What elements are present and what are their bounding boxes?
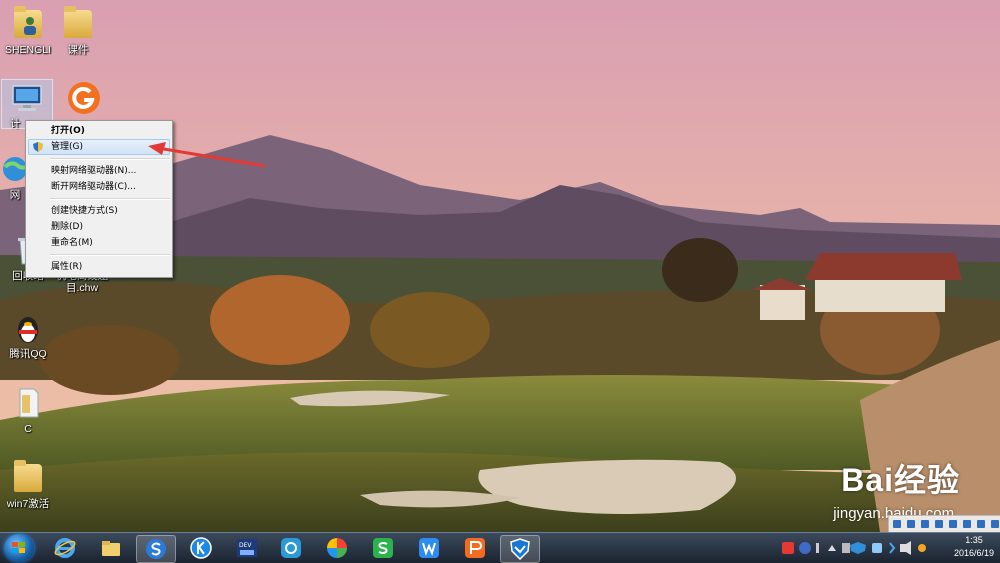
file-explorer-icon (102, 541, 120, 556)
wps-spreadsheet-icon (373, 538, 393, 558)
menu-item-label: 删除(D) (51, 222, 83, 232)
g-app-icon (66, 80, 102, 116)
taskbar-app-qqgames[interactable] (272, 535, 310, 561)
clock-date: 2016/6/19 (953, 548, 994, 558)
taskbar-app-wps-sheet[interactable] (364, 535, 402, 561)
folder-icon (60, 6, 96, 42)
menu-item-rename[interactable]: 重命名(M) (26, 235, 172, 251)
desktop-icon-label: win7激活 (6, 498, 50, 510)
wps-writer-icon (419, 538, 439, 558)
menu-item-create-shortcut[interactable]: 创建快捷方式(S) (26, 203, 172, 219)
security-shield-icon (510, 538, 530, 560)
menu-item-delete[interactable]: 删除(D) (26, 219, 172, 235)
menu-separator (50, 198, 170, 200)
k-app-icon (190, 537, 212, 559)
qq-games-icon (281, 538, 301, 558)
user-folder-icon (10, 6, 46, 42)
taskbar-app-security[interactable] (500, 535, 540, 563)
menu-item-label: 管理(G) (51, 142, 83, 152)
pinwheel-icon (327, 538, 347, 558)
menu-separator (50, 254, 170, 256)
taskbar-app-ie[interactable] (46, 535, 84, 561)
windows-logo-icon (12, 542, 25, 553)
red-arrow-annotation (148, 142, 266, 168)
qq-penguin-icon (10, 310, 46, 346)
taskbar: DEV 1:35 2016/6/19 (0, 532, 1000, 563)
desktop-icon-label: 课件 (67, 44, 89, 56)
desktop-icon-label: 腾讯QQ (9, 348, 47, 360)
desktop-icon-g-app[interactable] (56, 80, 112, 118)
menu-item-label: 创建快捷方式(S) (51, 206, 118, 216)
start-button[interactable] (4, 534, 34, 562)
internet-explorer-icon (54, 538, 76, 558)
taskbar-app-explorer[interactable] (92, 535, 130, 561)
desktop-icon-label: SHENGLI (4, 44, 52, 56)
menu-item-disconnect-network-drive[interactable]: 断开网络驱动器(C)... (26, 179, 172, 195)
desktop-icon-c[interactable]: C (0, 385, 56, 435)
dev-cpp-icon: DEV (237, 539, 257, 557)
taskbar-app-devcpp[interactable]: DEV (228, 535, 266, 561)
tray-toolbar-strip[interactable] (888, 515, 1000, 533)
taskbar-app-wps-presentation[interactable] (456, 535, 494, 561)
taskbar-app-k[interactable] (182, 535, 220, 561)
svg-text:DEV: DEV (239, 542, 252, 549)
menu-item-properties[interactable]: 属性(R) (26, 259, 172, 275)
uac-shield-icon (33, 142, 43, 152)
desktop-icon-label: C (24, 423, 32, 435)
taskbar-clock[interactable]: 1:35 2016/6/19 (954, 534, 994, 560)
menu-item-label: 重命名(M) (51, 238, 93, 248)
computer-icon (9, 80, 45, 116)
taskbar-app-pinwheel[interactable] (318, 535, 356, 561)
file-icon (10, 385, 46, 421)
menu-item-open[interactable]: 打开(O) (26, 123, 172, 139)
clock-time: 1:35 (965, 535, 983, 545)
desktop-icon-courseware[interactable]: 课件 (50, 6, 106, 56)
menu-item-label: 映射网络驱动器(N)... (51, 166, 137, 176)
menu-item-label: 打开(O) (51, 126, 85, 136)
system-tray: 1:35 2016/6/19 (780, 533, 1000, 563)
desktop-icon-qq[interactable]: 腾讯QQ (0, 310, 56, 360)
sogou-browser-icon (146, 539, 166, 559)
menu-item-label: 属性(R) (51, 262, 83, 272)
taskbar-app-wps-writer[interactable] (410, 535, 448, 561)
menu-item-label: 断开网络驱动器(C)... (51, 182, 136, 192)
taskbar-app-sogou[interactable] (136, 535, 176, 563)
wps-presentation-icon (465, 538, 485, 558)
folder-icon (10, 460, 46, 496)
baidu-jingyan-watermark: Bai经验 jingyan.baidu.com (833, 455, 960, 522)
watermark-brand: Bai经验 (841, 462, 960, 498)
tray-icons[interactable] (780, 541, 950, 555)
desktop-icon-win7-activate[interactable]: win7激活 (0, 460, 56, 510)
desktop-icon-shengli[interactable]: SHENGLI (0, 6, 56, 56)
